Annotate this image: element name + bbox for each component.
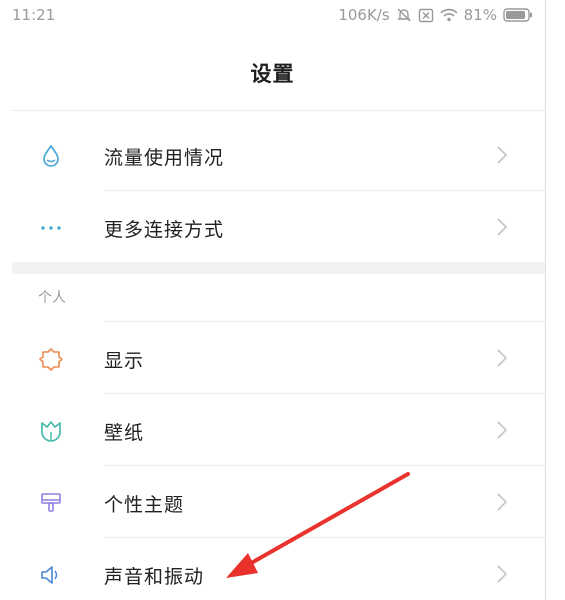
section-header-personal: 个人 [38,290,66,306]
settings-item-more-connections[interactable]: 更多连接方式 [12,191,545,263]
settings-item-sound-vibration[interactable]: 声音和振动 [12,538,545,600]
settings-item-display[interactable]: 显示 [12,322,545,394]
water-drop-icon [38,143,64,169]
network-speed: 106K/s [338,6,390,24]
settings-item-label: 个性主题 [104,494,185,516]
chevron-right-icon [496,564,508,588]
chevron-right-icon [496,492,508,516]
settings-item-label: 流量使用情况 [104,147,225,169]
page-title: 设置 [250,62,295,86]
chevron-right-icon [496,420,508,444]
speaker-icon [38,562,64,588]
chevron-right-icon [496,145,508,169]
sun-icon [38,346,64,372]
status-time: 11:21 [12,6,56,24]
settings-item-wallpaper[interactable]: 壁纸 [12,394,545,466]
battery-icon [503,8,533,22]
settings-item-label: 壁纸 [104,422,145,444]
settings-item-label: 显示 [104,350,145,372]
settings-item-label: 更多连接方式 [104,219,225,241]
section-separator [12,262,545,274]
settings-screen: 11:21 106K/s 81% 设置 流量使用情况 更多连接方式 个人 显示 … [0,0,545,600]
settings-item-themes[interactable]: 个性主题 [12,466,545,538]
theme-brush-icon [38,490,64,516]
status-bar: 11:21 106K/s 81% [0,0,545,32]
wifi-icon [440,8,458,22]
divider [12,110,545,111]
wallpaper-tulip-icon [38,418,64,444]
silent-bell-icon [396,7,412,23]
chevron-right-icon [496,217,508,241]
settings-item-data-usage[interactable]: 流量使用情况 [12,119,545,191]
chevron-right-icon [496,348,508,372]
frame-edge [545,0,546,600]
settings-item-label: 声音和振动 [104,566,205,588]
more-dots-icon [38,215,64,241]
sim-off-icon [418,8,434,23]
battery-percent: 81% [463,6,497,24]
status-icons: 106K/s 81% [338,6,533,24]
